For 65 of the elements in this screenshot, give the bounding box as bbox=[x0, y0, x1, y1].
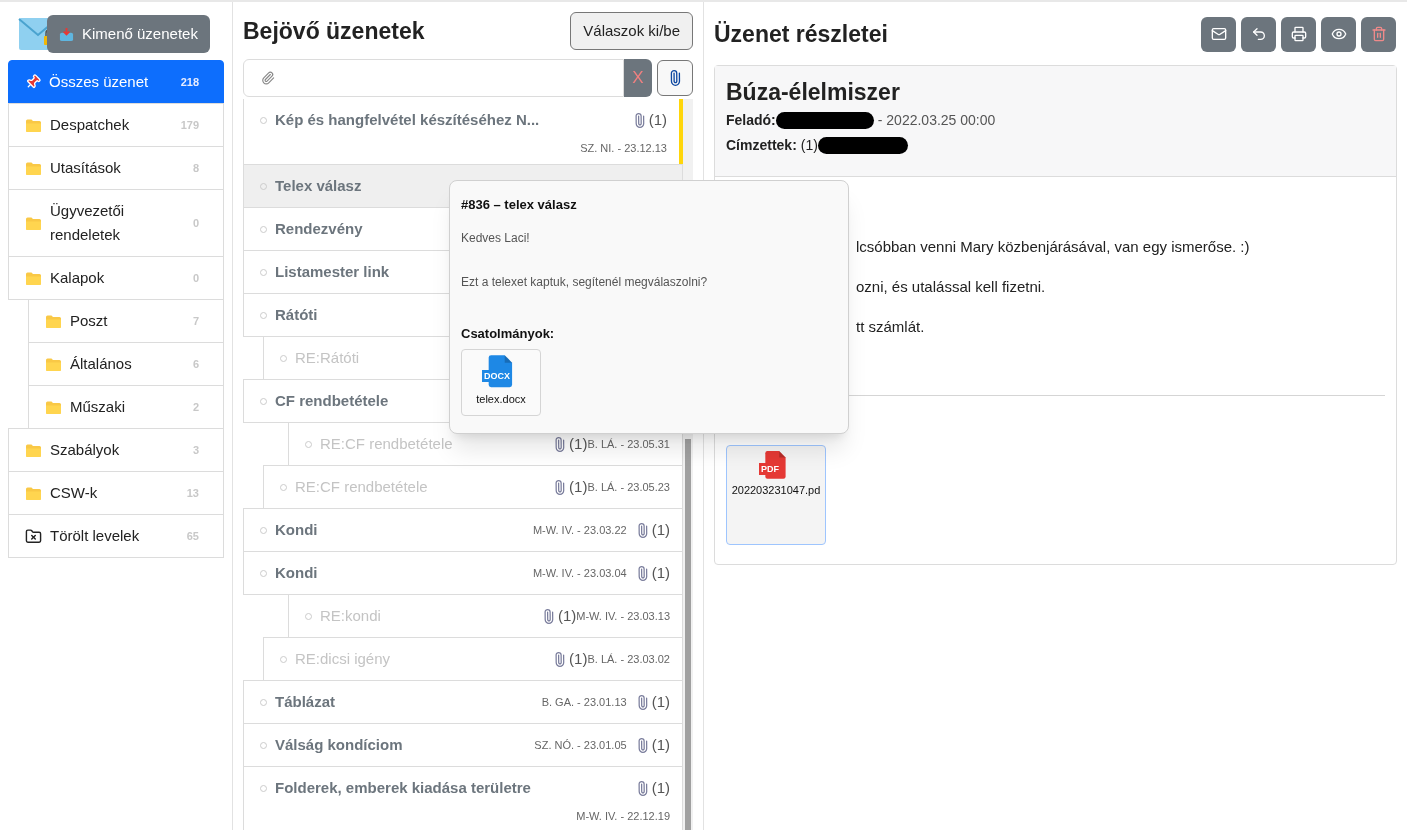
message-title: Folderek, emberek kiadása területre bbox=[275, 778, 531, 798]
message-title: Táblázat bbox=[275, 691, 335, 712]
attachment-count: (1) bbox=[569, 476, 588, 497]
message-title: RE:Rátóti bbox=[295, 347, 360, 368]
attachment-count: (1) bbox=[569, 648, 588, 669]
sender-date: SZ. NI. - 23.12.13 bbox=[580, 140, 667, 156]
message-date: - 2022.03.25 00:00 bbox=[877, 111, 996, 130]
sender-date: M-W. IV. - 23.03.13 bbox=[576, 608, 670, 622]
folder-label: Kalapok bbox=[50, 268, 106, 288]
attachment-count: (1) bbox=[651, 691, 670, 712]
message-subject: Búza-élelmiszer bbox=[726, 78, 901, 106]
message-title: RE:dicsi igény bbox=[295, 648, 391, 669]
attachment-count: (1) bbox=[651, 519, 670, 540]
attachment-count: (1) bbox=[651, 734, 670, 755]
attachment-count: (1) bbox=[557, 605, 577, 626]
attachments-label: Csatolmányok: bbox=[461, 324, 556, 343]
recipients-label: Címzettek: bbox=[726, 136, 797, 155]
folder-label: Poszt bbox=[70, 311, 109, 331]
message-title: Telex válasz bbox=[275, 175, 362, 196]
folder-label: Törölt levelek bbox=[50, 526, 141, 546]
attachment-count: (1) bbox=[648, 110, 667, 130]
popover-text: Ezt a telexet kaptuk, segítenél megválaszolni? bbox=[461, 273, 709, 291]
body-text: tt számlát. bbox=[856, 317, 926, 337]
file-type-label: PDF bbox=[759, 463, 781, 476]
recipients-count: (1) bbox=[800, 136, 818, 155]
popover-text: Kedves Laci! bbox=[461, 229, 531, 247]
folder-label: Utasítások bbox=[50, 158, 122, 178]
sender-date: B. LÁ. - 23.05.23 bbox=[587, 479, 670, 493]
message-title: RE:kondi bbox=[320, 605, 381, 626]
sender-date: SZ. NÓ. - 23.01.05 bbox=[534, 737, 627, 753]
folder-label: Általános bbox=[70, 354, 133, 374]
attachment-count: (1) bbox=[569, 433, 588, 454]
attachment-count: (1) bbox=[651, 778, 670, 798]
message-title: Kondi bbox=[275, 519, 318, 540]
attachment-count: (1) bbox=[651, 562, 670, 583]
message-title: Rátóti bbox=[275, 304, 318, 325]
sender-date: M-W. IV. - 23.03.22 bbox=[532, 522, 627, 538]
file-name: 202203231047.pd bbox=[731, 482, 821, 498]
sender-date: B. LÁ. - 23.05.31 bbox=[587, 436, 670, 450]
folder-label: Despatchek bbox=[50, 115, 131, 135]
sender-date: M-W. IV. - 23.03.04 bbox=[532, 565, 627, 581]
details-title: Üzenet részletei bbox=[714, 19, 888, 49]
sender-date: B. LÁ. - 23.03.02 bbox=[587, 651, 670, 665]
message-title: Kondi bbox=[275, 562, 318, 583]
folder-label: Műszaki bbox=[70, 397, 126, 417]
sender-label: Feladó: bbox=[726, 111, 776, 130]
message-title: Listamester link bbox=[275, 261, 390, 282]
popover-title: #836 – telex válasz bbox=[461, 196, 578, 214]
message-title: RE:CF rendbetétele bbox=[295, 476, 428, 497]
folder-label: Szabályok bbox=[50, 440, 121, 460]
body-text: lcsóbban venni Mary közbenjárásával, van egy ismerőse. :) bbox=[856, 237, 1251, 257]
inbox-title: Bejövő üzenetek bbox=[243, 17, 425, 46]
message-title: Kép és hangfelvétel készítéséhez N... bbox=[275, 110, 540, 130]
folder-count: 218 bbox=[180, 74, 199, 90]
message-title: CF rendbetétele bbox=[275, 390, 389, 411]
folder-label: CSW-k bbox=[50, 483, 99, 503]
folder-label: Összes üzenet bbox=[49, 72, 150, 92]
sender-date: B. GA. - 23.01.13 bbox=[541, 694, 627, 710]
body-text: ozni, és utalással kell fizetni. bbox=[856, 277, 1047, 297]
file-name: telex.docx bbox=[476, 391, 526, 407]
message-title: Rendezvény bbox=[275, 218, 363, 239]
message-title: Válság kondíciom bbox=[275, 734, 403, 755]
folder-label: Ügyvezetői rendeletek bbox=[50, 201, 126, 245]
sender-date: M-W. IV. - 22.12.19 bbox=[576, 808, 670, 824]
message-title: RE:CF rendbetétele bbox=[320, 433, 453, 454]
